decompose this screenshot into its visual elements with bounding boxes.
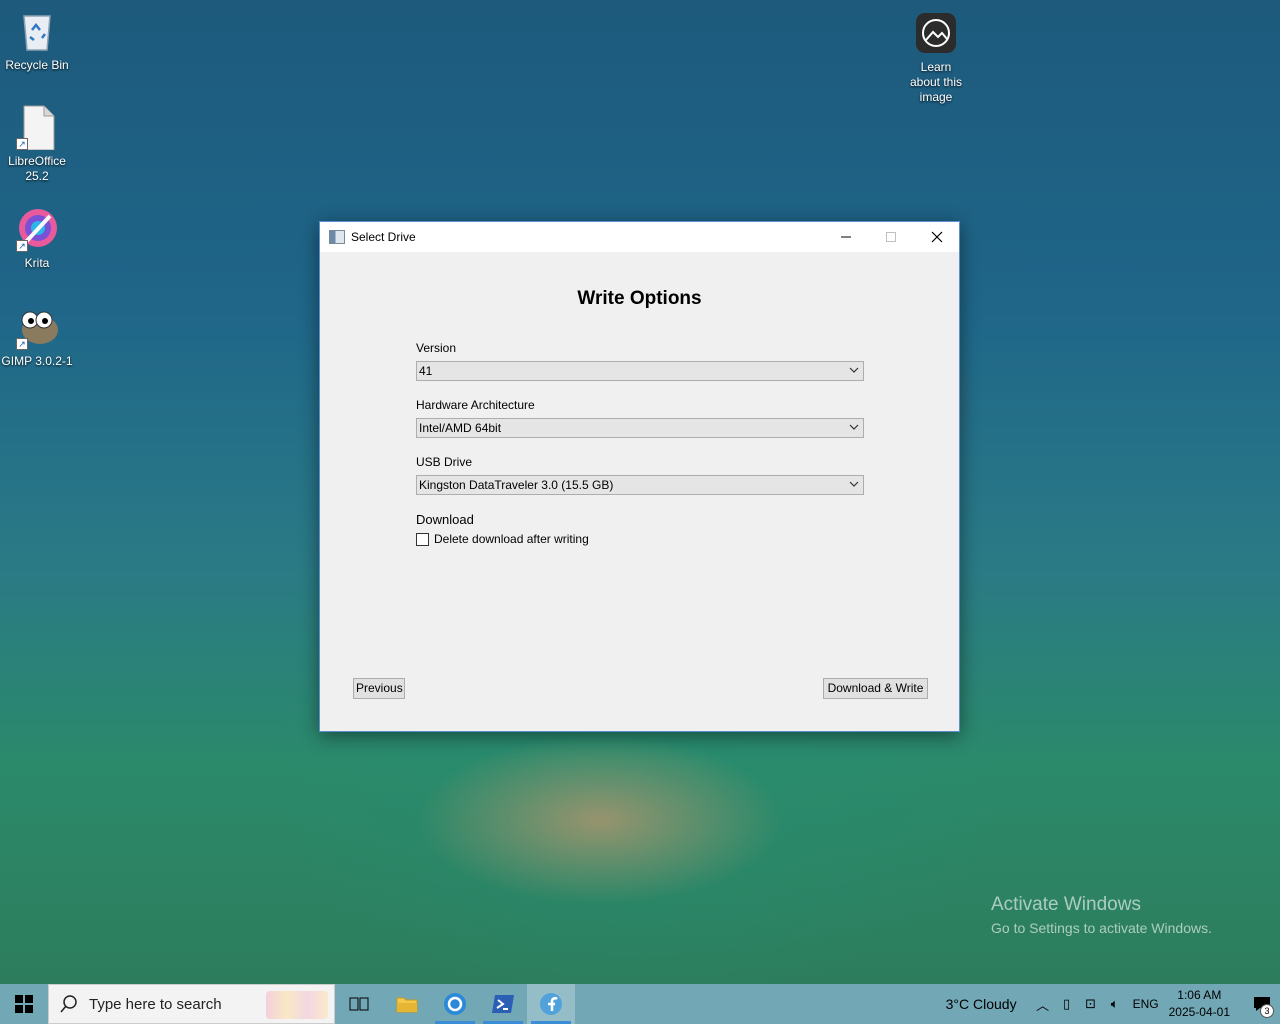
desktop-icon-krita[interactable]: ↗ Krita (0, 206, 74, 271)
desktop-icon-libreoffice[interactable]: ↗ LibreOffice 25.2 (0, 104, 74, 184)
language-indicator[interactable]: ENG (1133, 997, 1159, 1011)
powershell-icon (492, 995, 514, 1013)
maximize-icon (886, 232, 896, 242)
search-highlight-image (266, 991, 328, 1019)
title-bar[interactable]: Select Drive (320, 222, 959, 252)
architecture-value: Intel/AMD 64bit (419, 421, 502, 435)
folder-icon (396, 997, 418, 1013)
window-title: Select Drive (351, 230, 416, 244)
taskbar-media-writer[interactable] (527, 984, 575, 1024)
task-view-button[interactable] (335, 984, 383, 1024)
windows-logo-icon (15, 995, 33, 1013)
desktop-icon-label: GIMP 3.0.2-1 (1, 354, 73, 368)
activation-watermark: Activate Windows Go to Settings to activ… (991, 894, 1212, 936)
architecture-label: Hardware Architecture (416, 398, 535, 412)
clock-date: 2025-04-01 (1168, 1005, 1230, 1019)
usb-drive-select[interactable]: Kingston DataTraveler 3.0 (15.5 GB) (416, 475, 864, 495)
taskbar: Type here to search 3°C Cloudy ︿ ▯ ⊡ 🔈︎ … (0, 984, 1280, 1024)
clock[interactable]: 1:06 AM 2025-04-01 (1169, 987, 1230, 1021)
delete-download-option[interactable]: Delete download after writing (416, 532, 589, 546)
watermark-subtitle: Go to Settings to activate Windows. (991, 920, 1212, 936)
version-label: Version (416, 341, 457, 355)
recycle-bin-icon (14, 8, 60, 54)
previous-button[interactable]: Previous (353, 678, 405, 699)
close-button[interactable] (914, 222, 960, 252)
task-view-icon (349, 997, 369, 1011)
volume-icon[interactable]: 🔈︎ (1103, 996, 1127, 1012)
clock-time: 1:06 AM (1177, 988, 1222, 1002)
desktop-icon-label: Learn about this image (909, 60, 963, 104)
weather-widget[interactable]: 3°C Cloudy (946, 996, 1017, 1012)
download-section-label: Download (416, 512, 474, 527)
browser-icon (444, 993, 466, 1015)
watermark-title: Activate Windows (991, 894, 1141, 915)
taskbar-browser[interactable] (431, 984, 479, 1024)
notification-center-button[interactable]: 3 (1244, 984, 1280, 1024)
page-title: Write Options (577, 288, 702, 309)
close-icon (931, 231, 943, 243)
minimize-icon (841, 236, 851, 238)
search-icon (60, 995, 77, 1013)
architecture-select[interactable]: Intel/AMD 64bit (416, 418, 864, 438)
fedora-icon (540, 993, 562, 1015)
libreoffice-icon: ↗ (14, 104, 60, 151)
chevron-down-icon (849, 367, 859, 373)
shortcut-arrow-icon: ↗ (16, 338, 28, 350)
delete-download-checkbox[interactable] (416, 532, 429, 546)
network-icon[interactable]: ⊡ (1079, 996, 1103, 1012)
chevron-down-icon (849, 424, 859, 430)
app-icon (329, 230, 345, 244)
krita-icon: ↗ (14, 206, 60, 252)
gimp-icon: ↗ (14, 304, 60, 350)
camera-icon (913, 10, 959, 56)
taskbar-search-box[interactable]: Type here to search (48, 984, 335, 1024)
usb-drive-label: USB Drive (416, 455, 473, 469)
delete-download-label[interactable]: Delete download after writing (434, 532, 589, 546)
version-value: 41 (419, 364, 433, 378)
desktop-icon-label: Krita (24, 256, 50, 270)
shortcut-arrow-icon: ↗ (16, 138, 28, 150)
desktop-icon-learn-about-image[interactable]: Learn about this image (899, 10, 973, 105)
version-select[interactable]: 41 (416, 361, 864, 381)
taskbar-file-explorer[interactable] (383, 984, 431, 1024)
select-drive-window: Select Drive Write Options Version 41 Ha… (319, 221, 960, 732)
start-button[interactable] (0, 984, 48, 1024)
minimize-button[interactable] (823, 222, 869, 252)
chevron-down-icon (849, 481, 859, 487)
usb-device-icon[interactable]: ▯ (1055, 996, 1079, 1012)
download-write-button[interactable]: Download & Write (823, 678, 928, 699)
desktop-icon-label: LibreOffice 25.2 (8, 154, 66, 183)
search-placeholder: Type here to search (89, 995, 222, 1013)
taskbar-powershell[interactable] (479, 984, 527, 1024)
system-tray: 3°C Cloudy ︿ ▯ ⊡ 🔈︎ ENG 1:06 AM 2025-04-… (946, 984, 1280, 1024)
chevron-up-icon[interactable]: ︿ (1031, 995, 1055, 1014)
desktop-icon-gimp[interactable]: ↗ GIMP 3.0.2-1 (0, 304, 74, 369)
shortcut-arrow-icon: ↗ (16, 240, 28, 252)
desktop-icon-recycle-bin[interactable]: Recycle Bin (0, 8, 74, 73)
notification-badge: 3 (1260, 1004, 1274, 1018)
maximize-button (868, 222, 914, 252)
desktop-icon-label: Recycle Bin (5, 58, 69, 72)
usb-drive-value: Kingston DataTraveler 3.0 (15.5 GB) (419, 478, 614, 492)
